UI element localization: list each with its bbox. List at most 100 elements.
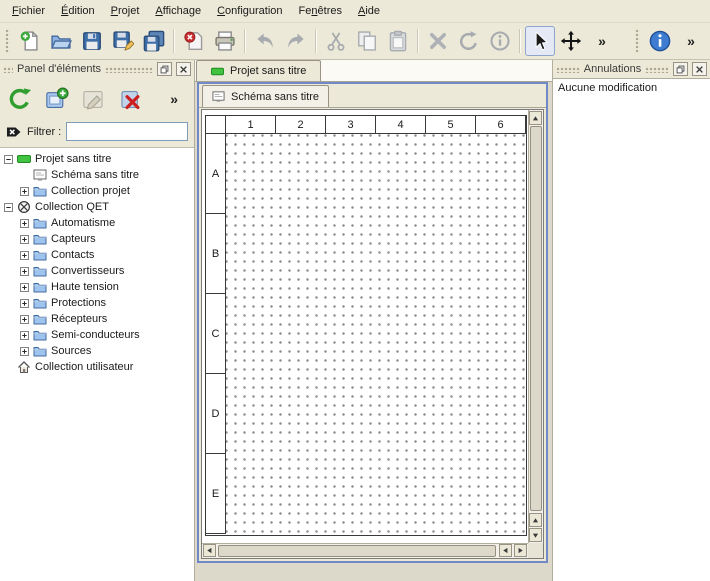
tree-item-convertisseurs[interactable]: Convertisseurs xyxy=(0,263,194,279)
panel-overflow-button[interactable]: » xyxy=(159,84,189,114)
close-project-button[interactable] xyxy=(179,26,209,56)
tree-item-contacts[interactable]: Contacts xyxy=(0,247,194,263)
horizontal-scrollbar[interactable] xyxy=(202,543,528,558)
toolbar-grip[interactable] xyxy=(5,29,10,53)
expand-icon[interactable] xyxy=(20,283,29,292)
more-help-button[interactable]: » xyxy=(676,26,706,56)
printer-icon xyxy=(214,30,236,52)
collapse-icon[interactable] xyxy=(4,203,13,212)
dock-grip[interactable] xyxy=(556,66,580,73)
menu-aide[interactable]: Aide xyxy=(350,2,388,20)
dock-grip[interactable] xyxy=(3,66,13,73)
save-as-button[interactable] xyxy=(108,26,138,56)
collapse-icon[interactable] xyxy=(4,155,13,164)
vertical-scrollbar-thumb[interactable] xyxy=(530,126,542,511)
open-project-button[interactable] xyxy=(46,26,76,56)
tree-item-haute-tension[interactable]: Haute tension xyxy=(0,279,194,295)
expand-icon[interactable] xyxy=(20,331,29,340)
scroll-left-button[interactable] xyxy=(203,544,216,557)
tree-item-collection-projet[interactable]: Collection projet xyxy=(0,183,194,199)
project-tabbar: Projet sans titre xyxy=(195,60,552,82)
menu-projet[interactable]: Projet xyxy=(103,2,148,20)
float-panel-button[interactable] xyxy=(673,62,688,76)
expand-icon[interactable] xyxy=(20,251,29,260)
horizontal-scrollbar-thumb[interactable] xyxy=(218,545,496,557)
selection-mode-button[interactable] xyxy=(525,26,555,56)
more-tools-button[interactable]: » xyxy=(587,26,617,56)
edit-element-button[interactable] xyxy=(79,84,109,114)
delete-selection-button[interactable] xyxy=(423,26,453,56)
tree-item-protections[interactable]: Protections xyxy=(0,295,194,311)
copy-icon xyxy=(356,30,378,52)
elements-tree: Projet sans titreSchéma sans titre Collec… xyxy=(0,147,194,581)
menu-edition[interactable]: Édition xyxy=(53,2,103,20)
floppy-edit-icon xyxy=(112,30,134,52)
paste-button[interactable] xyxy=(383,26,413,56)
row-header-C: C xyxy=(206,294,226,374)
clear-filter-icon[interactable] xyxy=(6,124,22,140)
reload-collections-button[interactable] xyxy=(5,84,35,114)
tree-item-label: Collection projet xyxy=(51,185,130,197)
row-header-B: B xyxy=(206,214,226,294)
tree-item-label: Collection QET xyxy=(35,201,109,213)
delete-element-button[interactable] xyxy=(115,84,145,114)
redo-button[interactable] xyxy=(281,26,311,56)
filter-input[interactable] xyxy=(66,122,188,141)
tree-item-sources[interactable]: Sources xyxy=(0,343,194,359)
folder-icon xyxy=(33,264,47,278)
vertical-scrollbar[interactable] xyxy=(528,110,543,543)
float-panel-button[interactable] xyxy=(157,62,172,76)
scroll-up-button[interactable] xyxy=(529,513,542,527)
column-header-4: 4 xyxy=(376,116,426,134)
dock-grip[interactable] xyxy=(105,66,153,73)
tree-item-collection-qet[interactable]: Collection QET xyxy=(0,199,194,215)
rotate-selection-button[interactable] xyxy=(454,26,484,56)
menu-configuration[interactable]: Configuration xyxy=(209,2,290,20)
diagram-canvas[interactable]: 123456 ABCDE xyxy=(202,110,528,543)
selection-info-button[interactable] xyxy=(485,26,515,56)
new-element-button[interactable] xyxy=(42,84,72,114)
menu-fenetres[interactable]: Fenêtres xyxy=(291,2,350,20)
scroll-down-button[interactable] xyxy=(529,528,542,542)
expand-icon[interactable] xyxy=(20,315,29,324)
expand-icon[interactable] xyxy=(20,187,29,196)
new-project-button[interactable] xyxy=(15,26,45,56)
scroll-right-button[interactable] xyxy=(514,544,527,557)
cut-button[interactable] xyxy=(321,26,351,56)
copy-button[interactable] xyxy=(352,26,382,56)
close-panel-button[interactable] xyxy=(692,62,707,76)
tree-item-semi-conducteurs[interactable]: Semi-conducteurs xyxy=(0,327,194,343)
tree-item-schema-sans-titre[interactable]: Schéma sans titre xyxy=(0,167,194,183)
expand-icon[interactable] xyxy=(20,347,29,356)
save-button[interactable] xyxy=(77,26,107,56)
float-icon xyxy=(160,65,169,74)
dock-grip[interactable] xyxy=(645,66,669,73)
close-panel-button[interactable] xyxy=(176,62,191,76)
save-all-button[interactable] xyxy=(139,26,169,56)
tree-item-automatisme[interactable]: Automatisme xyxy=(0,215,194,231)
home-icon xyxy=(17,360,31,374)
grid-dots[interactable] xyxy=(226,134,526,534)
expand-icon[interactable] xyxy=(20,235,29,244)
pan-mode-button[interactable] xyxy=(556,26,586,56)
print-button[interactable] xyxy=(210,26,240,56)
menu-fichier[interactable]: Fichier xyxy=(4,2,53,20)
about-qet-button[interactable] xyxy=(645,26,675,56)
tree-item-capteurs[interactable]: Capteurs xyxy=(0,231,194,247)
menu-affichage[interactable]: Affichage xyxy=(147,2,209,20)
arrow-up-icon xyxy=(532,517,539,524)
scroll-up-button[interactable] xyxy=(529,111,542,125)
tab-project[interactable]: Projet sans titre xyxy=(196,60,321,81)
undo-button[interactable] xyxy=(250,26,280,56)
tab-diagram[interactable]: Schéma sans titre xyxy=(202,85,329,107)
toolbar-grip[interactable] xyxy=(635,29,640,53)
expand-icon[interactable] xyxy=(20,299,29,308)
expand-icon[interactable] xyxy=(20,219,29,228)
tree-item-projet-sans-titre[interactable]: Projet sans titre xyxy=(0,151,194,167)
cut-icon xyxy=(325,30,347,52)
tree-item-recepteurs[interactable]: Récepteurs xyxy=(0,311,194,327)
expand-icon[interactable] xyxy=(20,267,29,276)
scroll-left-button[interactable] xyxy=(499,544,512,557)
tree-item-collection-utilisateur[interactable]: Collection utilisateur xyxy=(0,359,194,375)
column-header-1: 1 xyxy=(226,116,276,134)
